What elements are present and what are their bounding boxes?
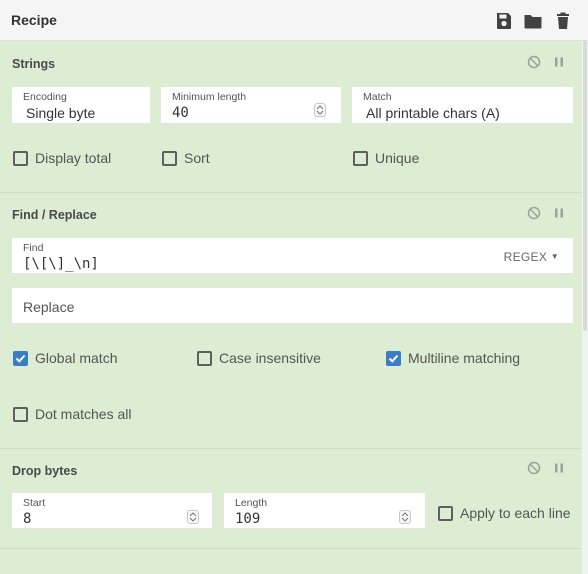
checkbox-box[interactable] bbox=[162, 151, 177, 166]
pause-icon[interactable] bbox=[552, 55, 566, 69]
disable-icon[interactable] bbox=[527, 55, 541, 69]
next-operation-partial bbox=[0, 549, 582, 574]
find-replace-operation: Find / Replace Find [\[\]_\n] REGEX ▼ Re… bbox=[0, 193, 582, 449]
save-icon[interactable] bbox=[494, 11, 514, 31]
number-stepper[interactable] bbox=[314, 103, 326, 117]
checkbox-label: Global match bbox=[35, 350, 118, 366]
replace-input[interactable]: Replace bbox=[12, 288, 573, 324]
caret-down-icon: ▼ bbox=[550, 252, 559, 261]
field-label: Start bbox=[23, 497, 46, 509]
field-value: All printable chars (A) bbox=[366, 105, 500, 121]
checkbox-box[interactable] bbox=[13, 407, 28, 422]
recipe-title: Recipe bbox=[11, 12, 57, 28]
pause-icon[interactable] bbox=[552, 461, 566, 475]
scrollbar[interactable] bbox=[582, 41, 588, 574]
field-value: [\[\]_\n] bbox=[23, 256, 99, 272]
minimum-length-input[interactable]: Minimum length 40 bbox=[161, 87, 341, 124]
checkbox-box[interactable] bbox=[197, 351, 212, 366]
field-label: Minimum length bbox=[172, 91, 247, 103]
checkbox-label: Dot matches all bbox=[35, 406, 132, 422]
match-select[interactable]: Match All printable chars (A) bbox=[352, 87, 573, 124]
field-value: 109 bbox=[235, 511, 261, 527]
checkbox-label: Display total bbox=[35, 150, 112, 166]
checkbox-box[interactable] bbox=[13, 351, 28, 366]
checkbox-label: Unique bbox=[375, 150, 420, 166]
op-title: Find / Replace bbox=[12, 208, 97, 222]
field-label: Length bbox=[235, 497, 268, 509]
field-value: 8 bbox=[23, 511, 32, 527]
field-label: Match bbox=[363, 91, 392, 103]
encoding-select[interactable]: Encoding Single byte bbox=[12, 87, 150, 124]
disable-icon[interactable] bbox=[527, 461, 541, 475]
recipe-header: Recipe bbox=[0, 0, 588, 41]
folder-icon[interactable] bbox=[523, 11, 543, 31]
number-stepper[interactable] bbox=[399, 510, 411, 524]
drop-bytes-operation: Drop bytes Start 8 Length 109 Apply to e… bbox=[0, 449, 582, 549]
checkbox-box[interactable] bbox=[438, 506, 453, 521]
op-title: Strings bbox=[12, 57, 56, 71]
checkbox-label: Multiline matching bbox=[408, 350, 521, 366]
checkbox-box[interactable] bbox=[13, 151, 28, 166]
field-placeholder: Replace bbox=[23, 299, 75, 315]
strings-operation: Strings Encoding Single byte Minimum len… bbox=[0, 41, 582, 193]
regex-label: REGEX bbox=[503, 250, 548, 264]
length-input[interactable]: Length 109 bbox=[224, 493, 425, 529]
op-title: Drop bytes bbox=[12, 464, 78, 478]
find-input[interactable]: Find [\[\]_\n] REGEX ▼ bbox=[12, 238, 573, 274]
checkbox-label: Case insensitive bbox=[219, 350, 321, 366]
checkbox-label: Apply to each line bbox=[460, 505, 571, 521]
field-label: Find bbox=[23, 242, 44, 254]
field-value: 40 bbox=[172, 105, 189, 121]
pause-icon[interactable] bbox=[552, 206, 566, 220]
field-value: Single byte bbox=[26, 105, 96, 121]
checkbox-box[interactable] bbox=[386, 351, 401, 366]
checkbox-box[interactable] bbox=[353, 151, 368, 166]
scrollbar-thumb[interactable] bbox=[583, 41, 587, 331]
recipe-operations-list: Strings Encoding Single byte Minimum len… bbox=[0, 41, 588, 574]
field-label: Encoding bbox=[23, 91, 67, 103]
number-stepper[interactable] bbox=[187, 510, 199, 524]
checkbox-label: Sort bbox=[184, 150, 210, 166]
disable-icon[interactable] bbox=[527, 206, 541, 220]
trash-icon[interactable] bbox=[553, 11, 573, 31]
regex-dropdown-button[interactable]: REGEX ▼ bbox=[504, 250, 559, 264]
start-input[interactable]: Start 8 bbox=[12, 493, 212, 529]
